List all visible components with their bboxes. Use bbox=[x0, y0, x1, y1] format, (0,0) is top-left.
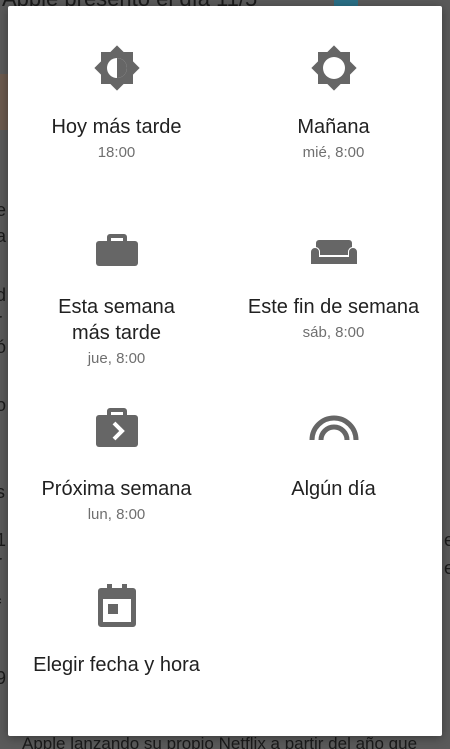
option-time: lun, 8:00 bbox=[87, 506, 146, 523]
option-time: 18:00 bbox=[97, 144, 136, 161]
snooze-option-pick-date-time[interactable]: Elegir fecha y hora bbox=[8, 578, 225, 678]
option-label: Algún día bbox=[291, 478, 376, 500]
briefcase-icon bbox=[95, 234, 138, 266]
snooze-option-someday[interactable]: Algún día bbox=[225, 402, 442, 506]
option-label: Esta semana más tarde bbox=[58, 296, 175, 344]
background-article-text: Apple lanzando su propio Netflix a parti… bbox=[22, 734, 418, 749]
background-fragment: ó bbox=[0, 337, 7, 357]
option-time: mié, 8:00 bbox=[302, 144, 365, 161]
background-fragment: r bbox=[0, 310, 2, 331]
briefcase-next-icon bbox=[95, 408, 138, 447]
background-fragment: f bbox=[0, 596, 1, 617]
snooze-dialog: Hoy más tarde 18:00 Mañana mié, 8:00 Est… bbox=[8, 6, 442, 736]
background-fragment: a bbox=[0, 226, 7, 246]
background-fragment: o bbox=[0, 395, 7, 415]
snooze-option-later-this-week[interactable]: Esta semana más tarde jue, 8:00 bbox=[8, 220, 225, 367]
option-label: Elegir fecha y hora bbox=[33, 654, 200, 676]
option-label: Este fin de semana bbox=[247, 296, 420, 318]
background-fragment: 1 bbox=[0, 530, 7, 550]
option-label: Próxima semana bbox=[41, 478, 192, 500]
snooze-option-later-today[interactable]: Hoy más tarde 18:00 bbox=[8, 40, 225, 161]
option-time: sáb, 8:00 bbox=[302, 324, 365, 341]
snooze-option-this-weekend[interactable]: Este fin de semana sáb, 8:00 bbox=[225, 220, 442, 341]
background-fragment: 9 bbox=[0, 668, 7, 688]
background-fragment: r bbox=[0, 552, 2, 573]
background-thumbnail bbox=[0, 74, 8, 130]
background-fragment: e bbox=[443, 530, 450, 550]
rainbow-icon bbox=[309, 415, 358, 441]
brightness-half-icon bbox=[93, 45, 140, 91]
calendar-icon bbox=[97, 584, 136, 627]
background-fragment: s bbox=[0, 482, 5, 502]
background-fragment: d bbox=[0, 285, 7, 305]
option-label: Mañana bbox=[297, 116, 370, 138]
couch-icon bbox=[310, 240, 357, 264]
brightness-icon bbox=[310, 45, 357, 91]
background-fragment: e bbox=[0, 200, 7, 220]
option-label: Hoy más tarde bbox=[51, 116, 182, 138]
snooze-option-tomorrow[interactable]: Mañana mié, 8:00 bbox=[225, 40, 442, 161]
background-fragment: e bbox=[443, 558, 450, 578]
snooze-option-next-week[interactable]: Próxima semana lun, 8:00 bbox=[8, 402, 225, 523]
option-time: jue, 8:00 bbox=[87, 350, 146, 367]
